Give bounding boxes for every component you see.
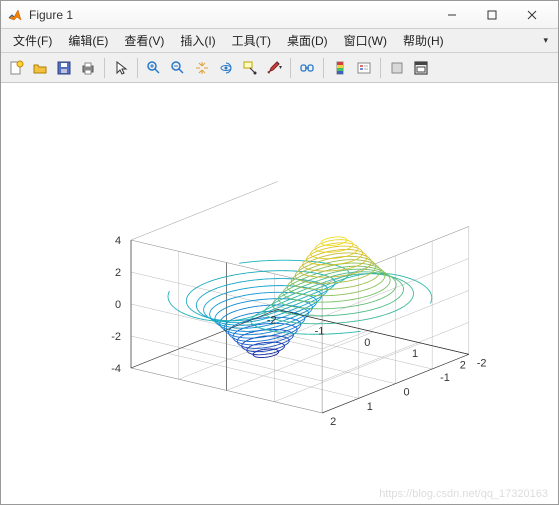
svg-text:-2: -2 bbox=[111, 331, 121, 343]
svg-text:0: 0 bbox=[115, 299, 121, 311]
minimize-button[interactable] bbox=[432, 4, 472, 26]
zoom-out-icon[interactable] bbox=[167, 57, 189, 79]
svg-text:-2: -2 bbox=[267, 314, 277, 326]
new-figure-icon[interactable] bbox=[5, 57, 27, 79]
maximize-button[interactable] bbox=[472, 4, 512, 26]
hide-tools-icon[interactable] bbox=[386, 57, 408, 79]
svg-text:4: 4 bbox=[115, 235, 121, 247]
svg-text:-1: -1 bbox=[315, 326, 325, 338]
link-icon[interactable] bbox=[296, 57, 318, 79]
data-cursor-icon[interactable] bbox=[239, 57, 261, 79]
open-icon[interactable] bbox=[29, 57, 51, 79]
svg-text:0: 0 bbox=[364, 337, 370, 349]
save-icon[interactable] bbox=[53, 57, 75, 79]
toolbar-separator bbox=[323, 58, 324, 78]
svg-text:2: 2 bbox=[330, 416, 336, 428]
svg-text:-1: -1 bbox=[440, 372, 450, 384]
svg-text:-2: -2 bbox=[477, 357, 487, 369]
toolbar-separator bbox=[290, 58, 291, 78]
rotate-3d-icon[interactable] bbox=[215, 57, 237, 79]
menu-desktop[interactable]: 桌面(D) bbox=[279, 29, 336, 52]
pointer-icon[interactable] bbox=[110, 57, 132, 79]
svg-text:2: 2 bbox=[115, 267, 121, 279]
toolbar-separator bbox=[104, 58, 105, 78]
pan-icon[interactable] bbox=[191, 57, 213, 79]
toolbar-separator bbox=[380, 58, 381, 78]
svg-text:-4: -4 bbox=[111, 363, 121, 375]
titlebar: Figure 1 bbox=[1, 1, 558, 29]
legend-icon[interactable] bbox=[353, 57, 375, 79]
menu-insert[interactable]: 插入(I) bbox=[172, 29, 223, 52]
svg-text:1: 1 bbox=[412, 348, 418, 360]
watermark: https://blog.csdn.net/qq_17320163 bbox=[379, 488, 548, 500]
svg-text:1: 1 bbox=[367, 401, 373, 413]
zoom-in-icon[interactable] bbox=[143, 57, 165, 79]
dock-icon[interactable] bbox=[410, 57, 432, 79]
menu-view[interactable]: 查看(V) bbox=[116, 29, 172, 52]
figure-window: Figure 1 文件(F) 编辑(E) 查看(V) 插入(I) 工具(T) 桌… bbox=[0, 0, 559, 505]
menu-help[interactable]: 帮助(H) bbox=[395, 29, 452, 52]
print-icon[interactable] bbox=[77, 57, 99, 79]
svg-text:0: 0 bbox=[403, 387, 409, 399]
surface-plot: -4 -2 0 2 4 -2 -1 0 1 2 -2 -1 0 1 2 bbox=[1, 83, 558, 501]
plot-area[interactable]: -4 -2 0 2 4 -2 -1 0 1 2 -2 -1 0 1 2 https://blog.csdn.… bbox=[1, 83, 558, 504]
menu-window[interactable]: 窗口(W) bbox=[336, 29, 395, 52]
svg-text:2: 2 bbox=[460, 359, 466, 371]
matlab-icon bbox=[7, 7, 23, 23]
menu-file[interactable]: 文件(F) bbox=[5, 29, 60, 52]
toolbar-separator bbox=[137, 58, 138, 78]
menu-edit[interactable]: 编辑(E) bbox=[60, 29, 116, 52]
close-button[interactable] bbox=[512, 4, 552, 26]
menubar: 文件(F) 编辑(E) 查看(V) 插入(I) 工具(T) 桌面(D) 窗口(W… bbox=[1, 29, 558, 53]
colorbar-icon[interactable] bbox=[329, 57, 351, 79]
window-title: Figure 1 bbox=[29, 8, 432, 22]
menu-overflow-icon[interactable]: ▾ bbox=[537, 35, 554, 46]
menu-tools[interactable]: 工具(T) bbox=[224, 29, 279, 52]
toolbar: ▾ bbox=[1, 53, 558, 83]
brush-icon[interactable]: ▾ bbox=[263, 57, 285, 79]
